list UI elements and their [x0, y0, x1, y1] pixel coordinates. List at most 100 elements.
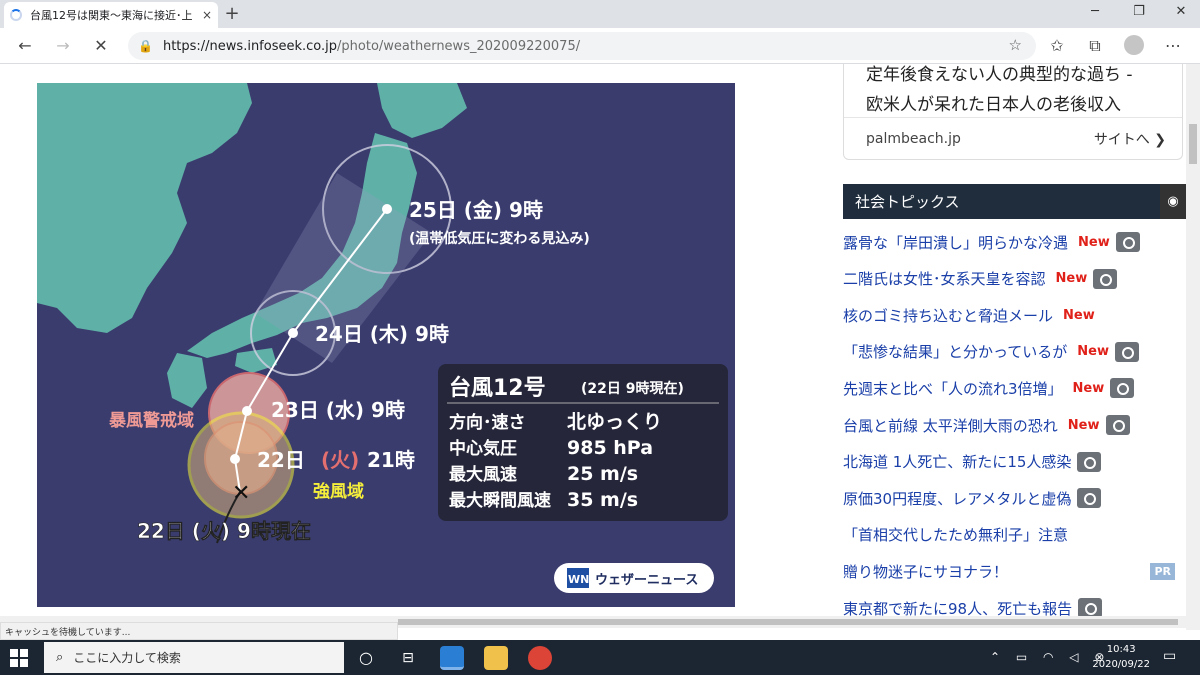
camera-icon: [1105, 415, 1130, 435]
new-tab-button[interactable]: +: [222, 4, 242, 24]
more-menu-icon[interactable]: ⋯: [1162, 35, 1184, 57]
topic-title[interactable]: 台風と前線 太平洋側大雨の恐れ: [843, 415, 1058, 436]
tab-close-icon[interactable]: ×: [202, 8, 212, 22]
collections-icon[interactable]: ⧉: [1084, 35, 1106, 57]
camera-icon: [1093, 268, 1118, 289]
label-now: 22日 (火) 9時現在: [137, 519, 311, 543]
label-24: 24日 (木) 9時: [315, 322, 449, 346]
profile-avatar[interactable]: [1124, 35, 1144, 55]
label-25-sub: (温帯低気圧に変わる見込み): [409, 230, 590, 247]
topic-title[interactable]: 「悲惨な結果」と分かっているが: [843, 341, 1067, 362]
topic-title[interactable]: 二階氏は女性･女系天皇を容認: [843, 268, 1046, 289]
camera-icon: [1110, 378, 1135, 399]
storm-zone-label: 暴風警戒域: [108, 410, 194, 431]
info-key-2: 最大風速: [449, 464, 517, 485]
info-key-3: 最大瞬間風速: [449, 490, 551, 511]
address-bar[interactable]: 🔒 https://news.infoseek.co.jp/photo/weat…: [128, 32, 1036, 60]
taskbar-search-placeholder: ここに入力して検索: [73, 651, 181, 665]
new-badge: New: [1063, 307, 1095, 323]
tab-title: 台風12号は関東〜東海に接近･上: [30, 9, 193, 22]
info-key-0: 方向･速さ: [449, 412, 526, 433]
topic-title[interactable]: 露骨な「岸田潰し」明らかな冷遇: [843, 232, 1068, 253]
topic-item[interactable]: 「首相交代したため無利子」注意: [843, 521, 1183, 549]
new-badge: New: [1078, 234, 1110, 250]
topics-header: 社会トピックス ◉: [843, 184, 1186, 219]
topic-item[interactable]: 台風と前線 太平洋側大雨の恐れ New: [843, 411, 1183, 439]
vertical-scroll-thumb[interactable]: [1189, 124, 1197, 164]
clock[interactable]: 10:43 2020/09/22: [1092, 642, 1150, 672]
clock-time: 10:43: [1106, 644, 1136, 655]
info-as-of: (22日 9時現在): [581, 380, 684, 397]
info-val-3: 35 m/s: [567, 489, 638, 511]
info-val-2: 25 m/s: [567, 463, 638, 485]
info-key-1: 中心気圧: [449, 438, 517, 459]
search-icon: ⌕: [56, 650, 64, 665]
topic-item[interactable]: 北海道 1人死亡、新たに15人感染: [843, 448, 1183, 476]
stop-loading-icon[interactable]: ✕: [90, 35, 112, 57]
browser-toolbar: ← → ✕ 🔒 https://news.infoseek.co.jp/phot…: [0, 28, 1200, 64]
label-22-time: 21時: [367, 448, 415, 472]
topic-title[interactable]: 先週末と比べ「人の流れ3倍増」: [843, 378, 1063, 399]
info-val-1: 985 hPa: [567, 437, 653, 459]
camera-icon: [1078, 598, 1103, 618]
label-25: 25日 (金) 9時: [409, 198, 543, 222]
ad-domain: palmbeach.jp: [866, 130, 961, 147]
topic-title[interactable]: 北海道 1人死亡、新たに15人感染: [843, 451, 1071, 472]
lock-icon: 🔒: [138, 39, 153, 53]
restore-icon[interactable]: ❐: [1124, 4, 1154, 19]
topic-item[interactable]: 核のゴミ持ち込むと脅迫メール New: [843, 301, 1183, 329]
topic-title[interactable]: 核のゴミ持ち込むと脅迫メール: [843, 305, 1053, 326]
topic-item[interactable]: 原価30円程度、レアメタルと虚偽: [843, 484, 1183, 512]
windows-start-icon[interactable]: [10, 649, 28, 667]
minimize-icon[interactable]: ─: [1080, 4, 1110, 19]
new-badge: New: [1077, 344, 1109, 360]
label-23: 23日 (水) 9時: [271, 398, 405, 422]
new-badge: New: [1067, 417, 1100, 433]
svg-text:✕: ✕: [232, 481, 250, 506]
file-explorer-icon[interactable]: [484, 646, 508, 670]
topic-title[interactable]: 原価30円程度、レアメタルと虚偽: [843, 488, 1071, 509]
topic-item[interactable]: 露骨な「岸田潰し」明らかな冷遇 New: [843, 228, 1183, 256]
horizontal-scroll-thumb[interactable]: [398, 619, 1178, 625]
ad-line-2: 欧米人が呆れた日本人の老後収入: [866, 95, 1121, 115]
browser-tab[interactable]: 台風12号は関東〜東海に接近･上 ×: [4, 2, 218, 28]
taskbar-search[interactable]: ⌕ ここに入力して検索: [44, 642, 344, 673]
topic-item[interactable]: 先週末と比べ「人の流れ3倍増」 New: [843, 374, 1183, 402]
forward-icon[interactable]: →: [52, 35, 74, 57]
sidebar-ad[interactable]: 定年後食えない人の典型的な過ち - 欧米人が呆れた日本人の老後収入 palmbe…: [843, 64, 1183, 160]
favorites-list-icon[interactable]: ✩: [1046, 35, 1068, 57]
topic-title[interactable]: 「首相交代したため無利子」注意: [843, 524, 1068, 545]
chrome-taskbar-icon[interactable]: [528, 646, 552, 670]
cortana-icon[interactable]: ○: [354, 646, 378, 670]
info-title: 台風12号: [449, 375, 546, 401]
rss-icon[interactable]: ◉: [1160, 184, 1186, 219]
camera-icon: [1114, 341, 1139, 362]
task-view-icon[interactable]: ⊟: [396, 646, 420, 670]
favorite-star-icon[interactable]: ☆: [1009, 36, 1022, 54]
label-22-date: 22日: [257, 448, 305, 472]
page-content: ✕ 25日 (金) 9時 (温帯低気圧に変わる見込み) 24日 (木) 9時 2…: [0, 64, 1186, 630]
notification-icon[interactable]: ▭: [1163, 648, 1176, 664]
typhoon-map-image: ✕ 25日 (金) 9時 (温帯低気圧に変わる見込み) 24日 (木) 9時 2…: [37, 83, 735, 607]
back-icon[interactable]: ←: [14, 35, 36, 57]
topic-title[interactable]: 贈り物迷子にサヨナラ！: [843, 561, 1008, 582]
edge-taskbar-icon[interactable]: [440, 646, 464, 670]
weathernews-logo-mark: WN: [568, 573, 589, 586]
topic-item[interactable]: 「悲惨な結果」と分かっているが New: [843, 338, 1183, 366]
close-window-icon[interactable]: ✕: [1166, 4, 1196, 19]
camera-icon: [1115, 232, 1140, 252]
ad-site-link[interactable]: サイトへ ❯: [1094, 129, 1166, 149]
url-text: https://news.infoseek.co.jp/photo/weathe…: [162, 38, 581, 54]
loading-spinner-icon: [10, 9, 22, 21]
new-badge: New: [1072, 380, 1105, 396]
vertical-scrollbar[interactable]: [1186, 64, 1200, 630]
camera-icon: [1077, 451, 1102, 472]
ad-line-1: 定年後食えない人の典型的な過ち -: [866, 65, 1133, 85]
new-badge: New: [1055, 271, 1088, 287]
windows-taskbar: ⌕ ここに入力して検索 ○ ⊟ ⌃ ▭ ◠ ◁ ⊗ 10:43 2020/09/…: [0, 640, 1200, 675]
topic-item[interactable]: 二階氏は女性･女系天皇を容認 New: [843, 265, 1183, 293]
status-bar: キャッシュを待機しています...: [0, 622, 398, 640]
label-22-day: (火): [321, 448, 359, 472]
camera-icon: [1077, 488, 1102, 509]
topic-item[interactable]: 贈り物迷子にサヨナラ！ PR: [843, 557, 1183, 585]
